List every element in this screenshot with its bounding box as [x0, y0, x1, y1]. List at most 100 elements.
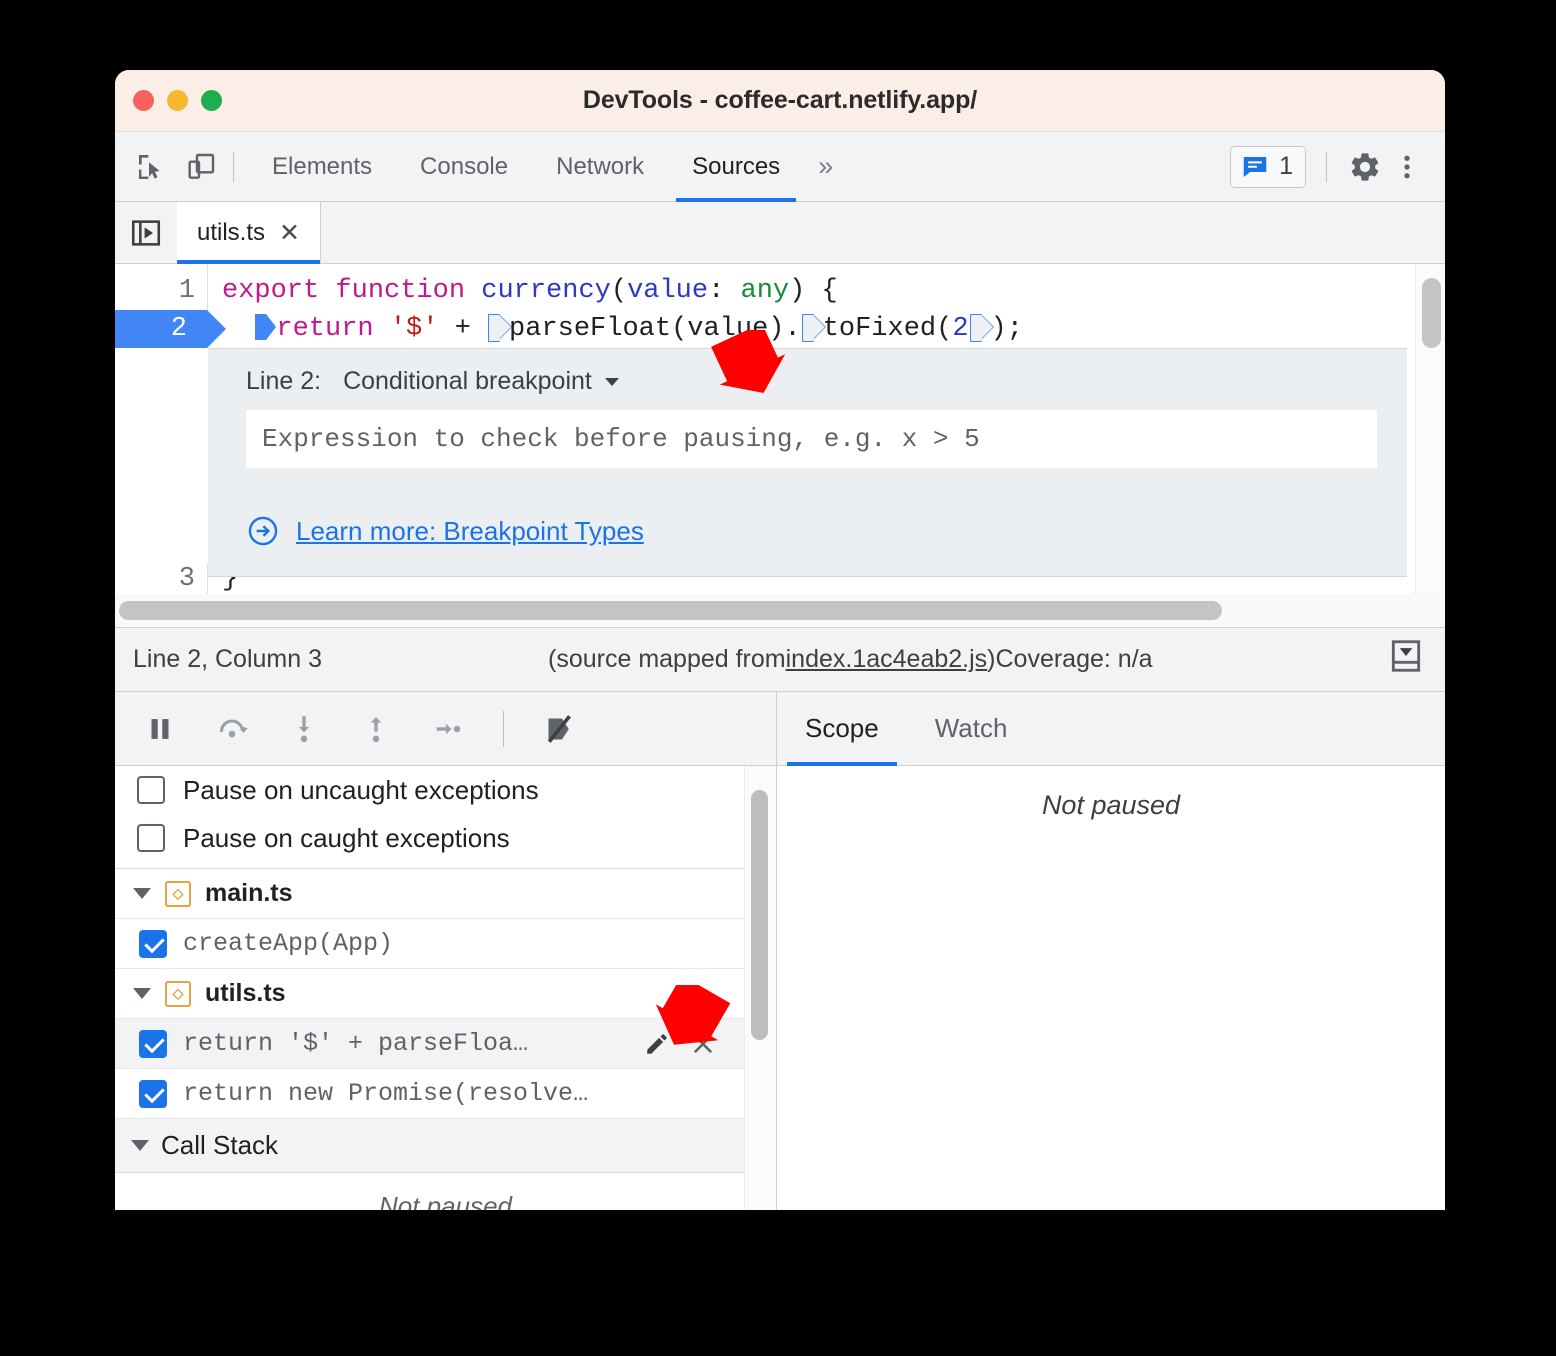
chevron-down-icon: [604, 377, 619, 386]
debugger-toolbar-divider: [503, 710, 504, 747]
pause-on-uncaught-exceptions-row[interactable]: Pause on uncaught exceptions: [115, 766, 776, 814]
colon: :: [708, 276, 741, 306]
deactivate-breakpoints-button[interactable]: [536, 706, 582, 752]
window-title: DevTools - coffee-cart.netlify.app/: [582, 86, 978, 114]
toolbar-right-icons: 1: [1230, 132, 1445, 201]
step-out-button[interactable]: [353, 706, 399, 752]
more-tabs-icon[interactable]: »: [804, 132, 847, 201]
breakpoint-enabled-checkbox[interactable]: [139, 1079, 167, 1108]
parsefloat-args: (value).: [671, 314, 801, 344]
step-button[interactable]: [425, 706, 471, 752]
devtools-window: DevTools - coffee-cart.netlify.app/ Elem…: [115, 70, 1445, 1210]
expand-triangle-icon[interactable]: [133, 988, 151, 999]
device-toolbar-icon[interactable]: [183, 149, 219, 185]
toolbar-left-icons: [115, 132, 219, 201]
tab-network[interactable]: Network: [532, 132, 668, 201]
breakpoint-enabled-checkbox[interactable]: [139, 1029, 167, 1058]
editor-horizontal-scrollbar-track[interactable]: [115, 594, 1445, 628]
learn-more-link[interactable]: Learn more: Breakpoint Types: [296, 516, 644, 547]
tab-watch[interactable]: Watch: [907, 692, 1036, 765]
show-navigator-icon[interactable]: [115, 202, 177, 263]
breakpoint-enabled-checkbox[interactable]: [139, 929, 167, 958]
close-icon[interactable]: ✕: [279, 218, 300, 248]
issues-button[interactable]: 1: [1230, 145, 1306, 188]
tab-scope[interactable]: Scope: [777, 692, 907, 766]
scope-watch-pane: Scope Watch Not paused: [777, 692, 1445, 1210]
fn-tofixed: toFixed: [822, 314, 937, 344]
pause-on-uncaught-exceptions-checkbox[interactable]: [137, 776, 165, 804]
breakpoint-snippet: return '$' + parseFloa…: [183, 1029, 529, 1058]
external-link-arrow-icon: [248, 516, 278, 546]
source-file-icon: ◇: [165, 880, 191, 907]
inspect-element-icon[interactable]: [133, 149, 169, 185]
editor-vertical-scrollbar-track[interactable]: [1415, 264, 1445, 594]
conditional-breakpoint-widget: Line 2: Conditional breakpoint Expressio…: [208, 348, 1407, 577]
breakpoints-pane-scrollbar-track[interactable]: [744, 766, 776, 1210]
inline-breakpoint-chevron-end[interactable]: [969, 314, 990, 342]
expand-triangle-icon[interactable]: [133, 888, 151, 899]
step-into-icon: [298, 715, 310, 742]
window-titlebar: DevTools - coffee-cart.netlify.app/: [115, 70, 1445, 132]
keyword-function: function: [335, 276, 466, 306]
breakpoint-marker-line-2[interactable]: 2: [115, 310, 226, 348]
devtools-main-toolbar: Elements Console Network Sources » 1: [115, 132, 1445, 202]
toolbar-divider: [233, 151, 234, 182]
keyword-return: return: [276, 314, 374, 344]
pause-script-execution-button[interactable]: [137, 706, 183, 752]
debugger-toolbar: [115, 692, 776, 766]
pause-on-caught-exceptions-checkbox[interactable]: [137, 824, 165, 852]
source-map-info: (source mapped from index.1ac4eab2.js ) …: [548, 645, 1153, 674]
breakpoint-group-main-ts[interactable]: ◇ main.ts: [115, 869, 776, 919]
source-map-file-link[interactable]: index.1ac4eab2.js: [786, 645, 988, 674]
step-over-icon: [219, 719, 248, 737]
source-file-icon: ◇: [165, 980, 191, 1007]
breakpoint-type-dropdown[interactable]: Conditional breakpoint: [343, 367, 622, 396]
deactivate-breakpoints-icon: [547, 714, 571, 743]
edit-icon[interactable]: [642, 1031, 672, 1057]
breakpoint-learn-more[interactable]: Learn more: Breakpoint Types: [246, 514, 1377, 548]
code-content[interactable]: export function currency(value: any) { r…: [207, 264, 1445, 348]
tab-elements[interactable]: Elements: [248, 132, 396, 201]
table-row[interactable]: return new Promise(resolve… 6: [115, 1069, 776, 1119]
tab-sources[interactable]: Sources: [668, 132, 804, 202]
inline-breakpoint-chevron-tofixed[interactable]: [801, 314, 822, 342]
gutter-line-1[interactable]: 1: [115, 272, 207, 310]
breakpoint-condition-placeholder: Expression to check before pausing, e.g.…: [262, 424, 980, 454]
step-into-button[interactable]: [281, 706, 327, 752]
pause-on-caught-exceptions-row[interactable]: Pause on caught exceptions: [115, 814, 776, 862]
debugger-left-pane: Pause on uncaught exceptions Pause on ca…: [115, 692, 777, 1210]
gutter-line-3[interactable]: 3: [115, 564, 207, 594]
tab-console[interactable]: Console: [396, 132, 532, 201]
remove-icon[interactable]: [688, 1031, 718, 1057]
gutter-line-2[interactable]: 2: [115, 310, 226, 348]
cursor-position: Line 2, Column 3: [133, 645, 323, 673]
plus-operator: +: [438, 314, 488, 344]
file-tab-utils-ts[interactable]: utils.ts ✕: [177, 202, 321, 264]
breakpoint-snippet: return new Promise(resolve…: [183, 1079, 589, 1108]
editor-vertical-scrollbar-thumb[interactable]: [1422, 278, 1441, 348]
coverage-label: Coverage: n/a: [995, 645, 1153, 673]
breakpoints-pane: Pause on uncaught exceptions Pause on ca…: [115, 766, 776, 1210]
pretty-print-icon[interactable]: [1387, 637, 1425, 682]
open-brace: {: [805, 276, 838, 306]
breakpoint-group-filename: utils.ts: [205, 979, 286, 1007]
breakpoint-group-utils-ts[interactable]: ◇ utils.ts: [115, 969, 776, 1019]
issues-message-icon: [1243, 156, 1267, 177]
editor-horizontal-scrollbar-thumb[interactable]: [119, 601, 1222, 620]
source-map-prefix: (source mapped from: [548, 645, 786, 673]
inline-breakpoint-chevron-active[interactable]: [255, 314, 277, 340]
inline-breakpoint-chevron-parsefloat[interactable]: [488, 314, 508, 342]
expand-triangle-icon[interactable]: [131, 1140, 149, 1151]
call-stack-section-header[interactable]: Call Stack: [115, 1119, 776, 1173]
table-row[interactable]: return '$' + parseFloa… 2: [115, 1019, 776, 1069]
tofixed-paren: (: [936, 314, 953, 344]
gear-icon[interactable]: [1347, 149, 1383, 185]
breakpoint-condition-input[interactable]: Expression to check before pausing, e.g.…: [246, 410, 1377, 468]
code-area: 1 2 export function currency(value: any)…: [115, 264, 1445, 348]
table-row[interactable]: createApp(App) 7: [115, 919, 776, 969]
breakpoints-pane-scrollbar-thumb[interactable]: [751, 790, 768, 1040]
kebab-menu-icon[interactable]: [1389, 149, 1425, 185]
breakpoint-type-label: Conditional breakpoint: [343, 367, 592, 395]
issues-count: 1: [1279, 152, 1293, 180]
step-over-button[interactable]: [209, 706, 255, 752]
